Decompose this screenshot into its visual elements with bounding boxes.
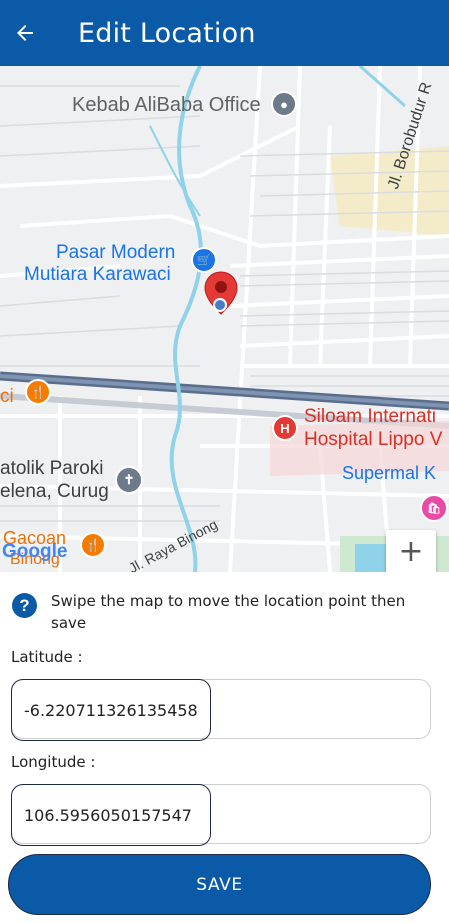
- office-pin-icon[interactable]: ●: [271, 91, 297, 117]
- instruction-hint: ? Swipe the map to move the location poi…: [12, 590, 438, 634]
- map-label-katolik-1: atolik Paroki: [0, 458, 104, 479]
- instruction-text: Swipe the map to move the location point…: [51, 592, 406, 632]
- hospital-icon[interactable]: H: [272, 415, 298, 441]
- map-label-pasar-2: Mutiara Karawaci: [24, 264, 171, 285]
- map-label-siloam-1: Siloam Internati: [304, 406, 437, 427]
- map-label-super: Supermal K: [342, 463, 437, 483]
- church-icon[interactable]: ✝: [115, 466, 143, 494]
- restaurant-icon[interactable]: 🍴: [25, 379, 51, 405]
- map-label-siloam-2: Hospital Lippo V: [304, 429, 443, 450]
- location-marker-icon: [204, 271, 238, 315]
- zoom-controls: + −: [386, 530, 436, 572]
- map-label-katolik-2: elena, Curug: [0, 481, 109, 502]
- longitude-field[interactable]: [11, 784, 431, 846]
- arrow-left-icon: [17, 25, 33, 41]
- back-button[interactable]: [0, 0, 50, 66]
- shopping-bag-icon[interactable]: 🛍: [420, 494, 448, 522]
- zoom-in-button[interactable]: +: [386, 530, 436, 572]
- restaurant-icon[interactable]: 🍴: [80, 532, 106, 558]
- map-label-ci: ci: [0, 386, 14, 407]
- map-view[interactable]: ● 🛒 🍴 H ✝ 🍴 🛍 Kebab AliBaba Office Jl. B…: [0, 66, 449, 572]
- latitude-field[interactable]: [11, 679, 431, 741]
- longitude-input[interactable]: [24, 797, 414, 833]
- save-button[interactable]: SAVE: [8, 854, 431, 915]
- current-location-dot: [213, 298, 227, 312]
- page-title: Edit Location: [78, 17, 256, 49]
- longitude-label: Longitude :: [11, 753, 96, 771]
- latitude-label: Latitude :: [11, 648, 83, 666]
- latitude-input[interactable]: [24, 692, 414, 728]
- app-bar: Edit Location: [0, 0, 449, 66]
- map-label-kebab: Kebab AliBaba Office: [72, 94, 261, 116]
- map-label-pasar-1: Pasar Modern: [56, 242, 176, 263]
- help-circle-icon: ?: [12, 593, 37, 618]
- google-logo: Google: [2, 541, 68, 562]
